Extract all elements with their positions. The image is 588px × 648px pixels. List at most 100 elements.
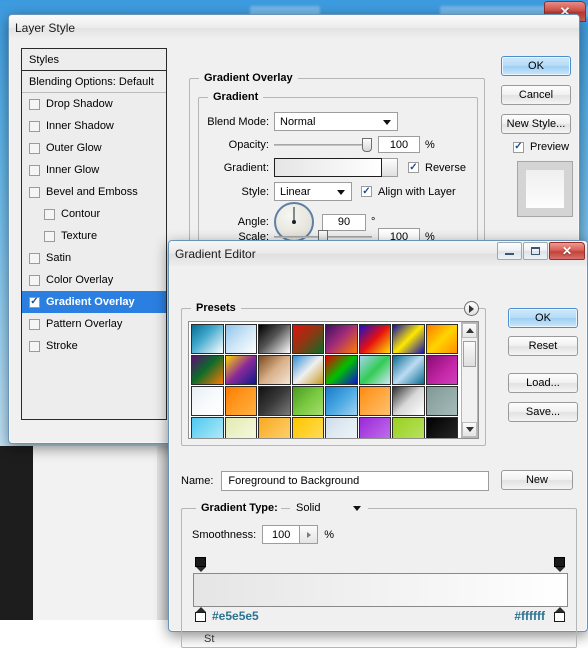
scroll-up-button[interactable] (462, 323, 477, 338)
style-item-checkbox[interactable] (29, 165, 40, 176)
preset-swatch[interactable] (359, 355, 392, 385)
preset-swatch[interactable] (258, 324, 291, 354)
preset-swatch[interactable] (325, 417, 358, 438)
styles-list[interactable]: Styles Blending Options: Default Drop Sh… (21, 48, 167, 420)
gradient-preview-bar[interactable] (274, 158, 382, 177)
opacity-stop-right[interactable] (554, 557, 565, 572)
style-item-checkbox[interactable] (29, 99, 40, 110)
preset-swatch[interactable] (426, 355, 459, 385)
style-item-checkbox[interactable] (29, 275, 40, 286)
blending-options-item[interactable]: Blending Options: Default (22, 71, 166, 93)
gradient-editor-ok-button[interactable]: OK (508, 308, 578, 328)
preset-swatch[interactable] (292, 386, 325, 416)
style-item-checkbox[interactable] (29, 121, 40, 132)
chevron-down-icon (337, 190, 345, 195)
preset-swatch[interactable] (225, 355, 258, 385)
opacity-stop-left[interactable] (195, 557, 206, 572)
preset-swatch[interactable] (191, 417, 224, 438)
preset-swatch[interactable] (359, 417, 392, 438)
style-item-drop-shadow[interactable]: Drop Shadow (22, 93, 166, 115)
gradient-subgroup: Gradient Blend Mode: Normal Opacity: (198, 97, 478, 251)
style-item-color-overlay[interactable]: Color Overlay (22, 269, 166, 291)
style-item-checkbox[interactable] (29, 143, 40, 154)
preset-swatch[interactable] (325, 386, 358, 416)
gradient-name-input[interactable]: Foreground to Background (221, 471, 489, 491)
preset-swatch[interactable] (392, 386, 425, 416)
preset-swatch[interactable] (258, 355, 291, 385)
preset-swatch[interactable] (292, 324, 325, 354)
style-item-checkbox[interactable] (44, 209, 55, 220)
scrollbar-thumb[interactable] (463, 341, 476, 367)
reverse-checkbox[interactable] (408, 162, 419, 173)
opacity-slider[interactable] (274, 138, 372, 152)
style-item-outer-glow[interactable]: Outer Glow (22, 137, 166, 159)
style-item-checkbox[interactable] (29, 253, 40, 264)
style-item-checkbox[interactable] (29, 319, 40, 330)
preset-swatch[interactable] (325, 324, 358, 354)
new-preset-button[interactable]: New (501, 470, 573, 490)
opacity-slider-knob[interactable] (362, 138, 372, 152)
style-item-checkbox[interactable] (29, 341, 40, 352)
preset-swatch[interactable] (359, 386, 392, 416)
style-item-satin[interactable]: Satin (22, 247, 166, 269)
preset-swatch[interactable] (258, 417, 291, 438)
align-with-layer-checkbox[interactable] (361, 186, 372, 197)
style-item-pattern-overlay[interactable]: Pattern Overlay (22, 313, 166, 335)
preview-checkbox[interactable] (513, 142, 524, 153)
preset-swatch[interactable] (392, 324, 425, 354)
preset-swatch[interactable] (292, 355, 325, 385)
preset-swatch[interactable] (191, 355, 224, 385)
style-item-checkbox[interactable] (29, 297, 40, 308)
minimize-icon[interactable] (497, 242, 522, 260)
blend-mode-select[interactable]: Normal (274, 112, 398, 131)
new-style-button[interactable]: New Style... (501, 114, 571, 134)
layer-style-ok-button[interactable]: OK (501, 56, 571, 76)
smoothness-input[interactable]: 100 (262, 525, 300, 544)
style-item-inner-shadow[interactable]: Inner Shadow (22, 115, 166, 137)
preset-swatch[interactable] (225, 324, 258, 354)
preset-swatch[interactable] (426, 417, 459, 438)
style-item-bevel-and-emboss[interactable]: Bevel and Emboss (22, 181, 166, 203)
preset-swatch[interactable] (258, 386, 291, 416)
preset-swatch[interactable] (426, 324, 459, 354)
gradient-editor-reset-button[interactable]: Reset (508, 336, 578, 356)
style-item-stroke[interactable]: Stroke (22, 335, 166, 357)
align-with-layer-row[interactable]: Align with Layer (361, 186, 456, 198)
style-item-inner-glow[interactable]: Inner Glow (22, 159, 166, 181)
preset-swatch[interactable] (325, 355, 358, 385)
style-item-contour[interactable]: Contour (22, 203, 166, 225)
maximize-icon[interactable] (523, 242, 548, 260)
preview-checkbox-row[interactable]: Preview (513, 141, 569, 153)
presets-swatch-grid[interactable] (189, 322, 460, 438)
reverse-checkbox-row[interactable]: Reverse (408, 162, 466, 174)
style-item-label: Inner Glow (46, 164, 99, 176)
scroll-down-button[interactable] (462, 422, 477, 437)
presets-scrollbar[interactable] (461, 322, 478, 438)
preset-swatch[interactable] (225, 386, 258, 416)
gradient-strip[interactable] (193, 573, 568, 607)
close-icon[interactable]: ✕ (549, 242, 585, 260)
layer-style-cancel-button[interactable]: Cancel (501, 85, 571, 105)
gradient-picker-button[interactable] (382, 158, 398, 177)
style-label: Style: (203, 186, 269, 198)
style-item-checkbox[interactable] (44, 231, 55, 242)
presets-menu-button[interactable] (464, 301, 479, 316)
style-item-gradient-overlay[interactable]: Gradient Overlay (22, 291, 166, 313)
preset-swatch[interactable] (359, 324, 392, 354)
smoothness-stepper[interactable] (300, 525, 318, 544)
gradient-editor-save-button[interactable]: Save... (508, 402, 578, 422)
chevron-right-icon (469, 305, 474, 313)
preset-swatch[interactable] (225, 417, 258, 438)
opacity-input[interactable]: 100 (378, 136, 420, 153)
preset-swatch[interactable] (292, 417, 325, 438)
preset-swatch[interactable] (426, 386, 459, 416)
gradient-type-select[interactable]: Solid (290, 498, 368, 517)
preset-swatch[interactable] (191, 386, 224, 416)
preset-swatch[interactable] (191, 324, 224, 354)
preset-swatch[interactable] (392, 417, 425, 438)
preset-swatch[interactable] (392, 355, 425, 385)
gradient-editor-load-button[interactable]: Load... (508, 373, 578, 393)
style-item-checkbox[interactable] (29, 187, 40, 198)
style-select[interactable]: Linear (274, 182, 352, 201)
style-item-texture[interactable]: Texture (22, 225, 166, 247)
